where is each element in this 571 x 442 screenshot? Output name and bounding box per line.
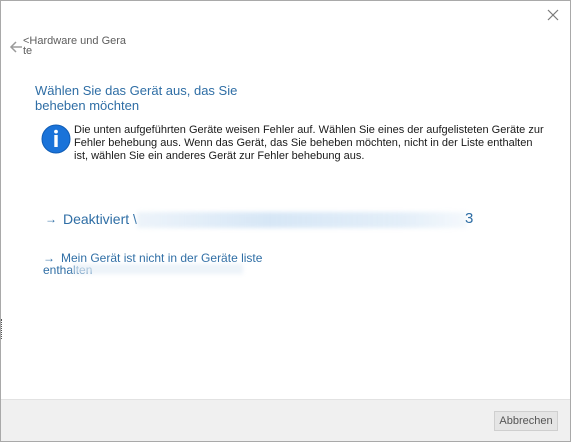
- device-link-deactivated[interactable]: → Deaktiviert \ 3: [45, 210, 475, 228]
- back-button[interactable]: [9, 40, 23, 54]
- device-link-tail: 3: [465, 210, 474, 227]
- footer-bar: Abbrechen: [1, 399, 570, 441]
- close-icon: [547, 9, 559, 21]
- redacted-device-name: [137, 212, 467, 228]
- info-message: Die unten aufgeführten Geräte weisen Feh…: [41, 124, 544, 163]
- device-link-label: Deaktiviert \: [63, 211, 137, 227]
- page-title: Wählen Sie das Gerät aus, das Sie behebe…: [35, 83, 238, 113]
- info-text: Die unten aufgeführten Geräte weisen Feh…: [74, 124, 544, 162]
- back-link-label[interactable]: <Hardware und Gerate: [23, 36, 127, 57]
- redacted-area: [73, 264, 243, 274]
- cancel-button[interactable]: Abbrechen: [494, 411, 558, 431]
- breadcrumb: <Hardware und Gerate: [9, 36, 127, 57]
- info-icon: [41, 124, 71, 154]
- back-arrow-icon: [9, 41, 22, 53]
- link-arrow-icon: →: [45, 212, 57, 226]
- device-not-listed-link[interactable]: → Mein Gerät ist nicht in der Geräte list…: [43, 252, 293, 276]
- window-edge-marker: [1, 319, 4, 339]
- close-button[interactable]: [546, 8, 560, 22]
- troubleshooter-window: <Hardware und Gerate Wählen Sie das Gerä…: [0, 0, 571, 442]
